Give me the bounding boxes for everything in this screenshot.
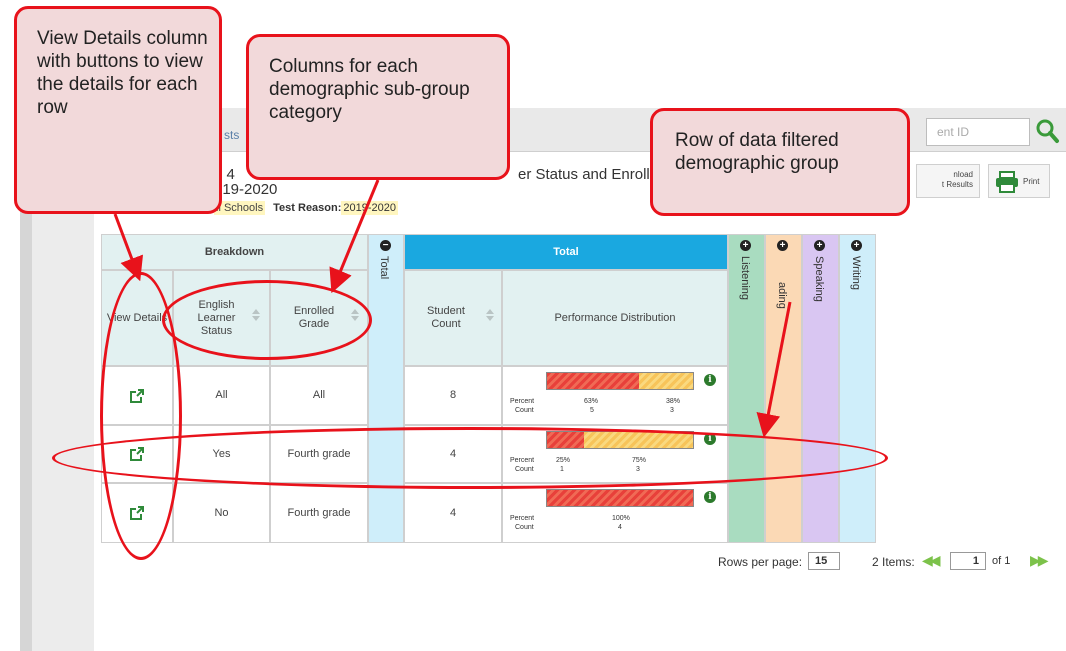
view-details-callout: View Details column with buttons to view… (14, 6, 222, 214)
subgroup-callout: Columns for each demographic sub-group c… (246, 34, 510, 180)
row-filtered-callout: Row of data filtered demographic group (650, 108, 910, 216)
